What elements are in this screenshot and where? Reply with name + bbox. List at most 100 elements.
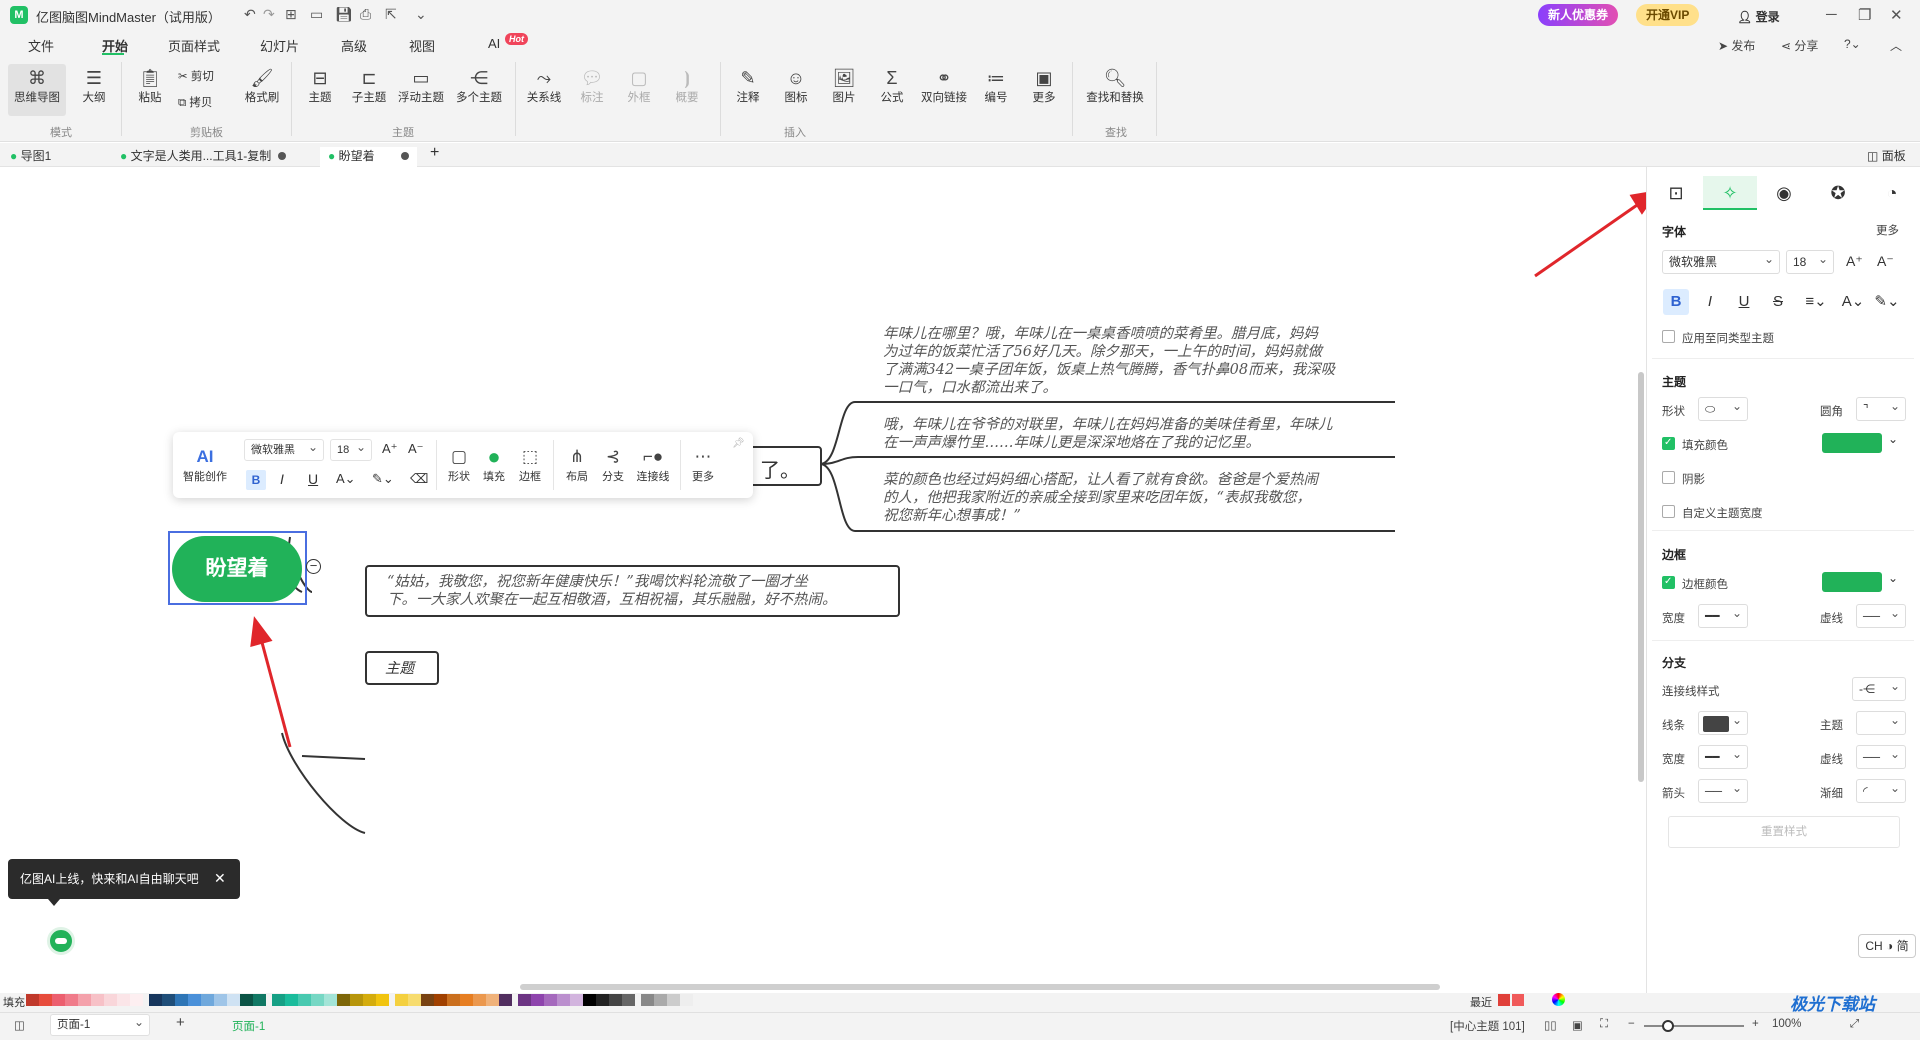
- zoom-slider-track[interactable]: [1644, 1025, 1744, 1027]
- sidebar-toggle-icon[interactable]: ◫: [14, 1018, 25, 1032]
- palette-color-swatch[interactable]: [544, 994, 557, 1006]
- book-view-icon[interactable]: ▯▯: [1544, 1018, 1557, 1032]
- palette-color-swatch[interactable]: [285, 994, 298, 1006]
- zoom-in-icon[interactable]: +: [1752, 1018, 1759, 1030]
- palette-color-swatch[interactable]: [240, 994, 253, 1006]
- panel-tab-clipart[interactable]: ✪: [1811, 176, 1865, 210]
- palette-color-swatch[interactable]: [201, 994, 214, 1006]
- panel-tab-theme[interactable]: ✧: [1703, 176, 1757, 210]
- panel-underline-icon[interactable]: U: [1731, 289, 1757, 315]
- palette-color-swatch[interactable]: [175, 994, 188, 1006]
- line-color-select[interactable]: [1698, 709, 1748, 735]
- float-layout-button[interactable]: ⋔ 布局: [562, 446, 592, 484]
- fill-color-swatch[interactable]: [1822, 433, 1882, 453]
- arrow-select[interactable]: ──: [1698, 777, 1748, 803]
- palette-color-swatch[interactable]: [434, 994, 447, 1006]
- palette-swatches[interactable]: [26, 994, 693, 1006]
- border-width-select[interactable]: ━━: [1698, 602, 1748, 628]
- float-font-select[interactable]: 微软雅黑: [244, 437, 324, 461]
- border-color-swatch[interactable]: [1822, 572, 1882, 592]
- recent-color-swatch[interactable]: [1512, 994, 1524, 1006]
- palette-color-swatch[interactable]: [117, 994, 130, 1006]
- custom-width-checkbox[interactable]: [1662, 505, 1675, 518]
- palette-color-swatch[interactable]: [149, 994, 162, 1006]
- chevron-down-icon[interactable]: ⌄: [1888, 432, 1898, 446]
- palette-color-swatch[interactable]: [421, 994, 434, 1006]
- zoom-slider-handle[interactable]: [1662, 1020, 1674, 1032]
- panel-grow-font-icon[interactable]: A⁺: [1846, 253, 1863, 270]
- panel-align-icon[interactable]: ≡⌄: [1799, 289, 1833, 315]
- branch-topic-select[interactable]: [1856, 709, 1906, 735]
- palette-color-swatch[interactable]: [531, 994, 544, 1006]
- float-highlight-icon[interactable]: ✎⌄: [372, 471, 394, 487]
- palette-color-swatch[interactable]: [395, 994, 408, 1006]
- zoom-out-icon[interactable]: −: [1628, 1018, 1635, 1030]
- palette-color-swatch[interactable]: [311, 994, 324, 1006]
- float-size-select[interactable]: 18: [330, 437, 372, 461]
- font-more-link[interactable]: 更多: [1876, 222, 1899, 238]
- expand-icon[interactable]: ⤢: [1850, 1018, 1859, 1031]
- branch-dash-select[interactable]: ──: [1856, 743, 1906, 769]
- palette-color-swatch[interactable]: [65, 994, 78, 1006]
- palette-color-swatch[interactable]: [26, 994, 39, 1006]
- float-fill-button[interactable]: ● 填充: [479, 446, 509, 484]
- palette-color-swatch[interactable]: [350, 994, 363, 1006]
- panel-font-color-icon[interactable]: A⌄: [1838, 289, 1868, 315]
- palette-color-swatch[interactable]: [272, 994, 285, 1006]
- reset-style-button[interactable]: 重置样式: [1668, 816, 1900, 848]
- float-more-button[interactable]: ⋯ 更多: [688, 446, 718, 484]
- float-border-button[interactable]: ⬚ 边框: [515, 446, 545, 484]
- border-dash-select[interactable]: ──: [1856, 602, 1906, 628]
- panel-tab-style[interactable]: ⊡: [1649, 176, 1703, 210]
- palette-color-swatch[interactable]: [214, 994, 227, 1006]
- palette-color-swatch[interactable]: [473, 994, 486, 1006]
- palette-color-swatch[interactable]: [654, 994, 667, 1006]
- float-font-color-icon[interactable]: A⌄: [336, 471, 356, 487]
- border-color-checkbox[interactable]: [1662, 576, 1675, 589]
- palette-color-swatch[interactable]: [460, 994, 473, 1006]
- palette-color-swatch[interactable]: [667, 994, 680, 1006]
- palette-color-swatch[interactable]: [227, 994, 240, 1006]
- palette-color-swatch[interactable]: [622, 994, 635, 1006]
- add-page-icon[interactable]: +: [176, 1014, 185, 1031]
- ai-create-button[interactable]: AI 智能创作: [183, 446, 227, 484]
- palette-color-swatch[interactable]: [324, 994, 337, 1006]
- float-italic-icon[interactable]: I: [280, 471, 284, 487]
- panel-bold-icon[interactable]: B: [1663, 289, 1689, 315]
- palette-color-swatch[interactable]: [39, 994, 52, 1006]
- panel-strikethrough-icon[interactable]: S: [1765, 289, 1791, 315]
- palette-color-swatch[interactable]: [298, 994, 311, 1006]
- palette-color-swatch[interactable]: [596, 994, 609, 1006]
- panel-shrink-font-icon[interactable]: A⁻: [1877, 253, 1894, 270]
- page-tab[interactable]: 页面-1: [232, 1018, 265, 1034]
- canvas-horizontal-scrollbar[interactable]: [520, 984, 1440, 990]
- palette-color-swatch[interactable]: [557, 994, 570, 1006]
- fullscreen-icon[interactable]: ⛶: [1600, 1018, 1608, 1031]
- palette-color-swatch[interactable]: [641, 994, 654, 1006]
- palette-color-swatch[interactable]: [447, 994, 460, 1006]
- taper-select[interactable]: ◜: [1856, 777, 1906, 803]
- fill-color-checkbox[interactable]: [1662, 437, 1675, 450]
- fit-page-icon[interactable]: ▣: [1572, 1018, 1583, 1032]
- palette-color-swatch[interactable]: [52, 994, 65, 1006]
- panel-size-select[interactable]: 18: [1786, 248, 1834, 274]
- panel-italic-icon[interactable]: I: [1697, 289, 1723, 315]
- palette-color-swatch[interactable]: [583, 994, 596, 1006]
- palette-color-swatch[interactable]: [570, 994, 583, 1006]
- panel-tab-history[interactable]: ◔: [1865, 176, 1919, 210]
- palette-color-swatch[interactable]: [486, 994, 499, 1006]
- shadow-checkbox[interactable]: [1662, 471, 1675, 484]
- float-branch-button[interactable]: ⊰ 分支: [598, 446, 628, 484]
- panel-font-select[interactable]: 微软雅黑: [1662, 248, 1780, 274]
- palette-color-swatch[interactable]: [408, 994, 421, 1006]
- close-tip-icon[interactable]: ✕: [214, 870, 226, 887]
- float-connector-button[interactable]: ⌐● 连接线: [634, 446, 672, 484]
- palette-color-swatch[interactable]: [104, 994, 117, 1006]
- panel-highlight-icon[interactable]: ✎⌄: [1872, 289, 1902, 315]
- panel-tab-icon[interactable]: ◉: [1757, 176, 1811, 210]
- color-wheel-icon[interactable]: [1552, 993, 1565, 1006]
- pin-icon[interactable]: 📌︎: [732, 438, 745, 449]
- palette-color-swatch[interactable]: [337, 994, 350, 1006]
- palette-color-swatch[interactable]: [363, 994, 376, 1006]
- float-shape-button[interactable]: ▢ 形状: [444, 446, 474, 484]
